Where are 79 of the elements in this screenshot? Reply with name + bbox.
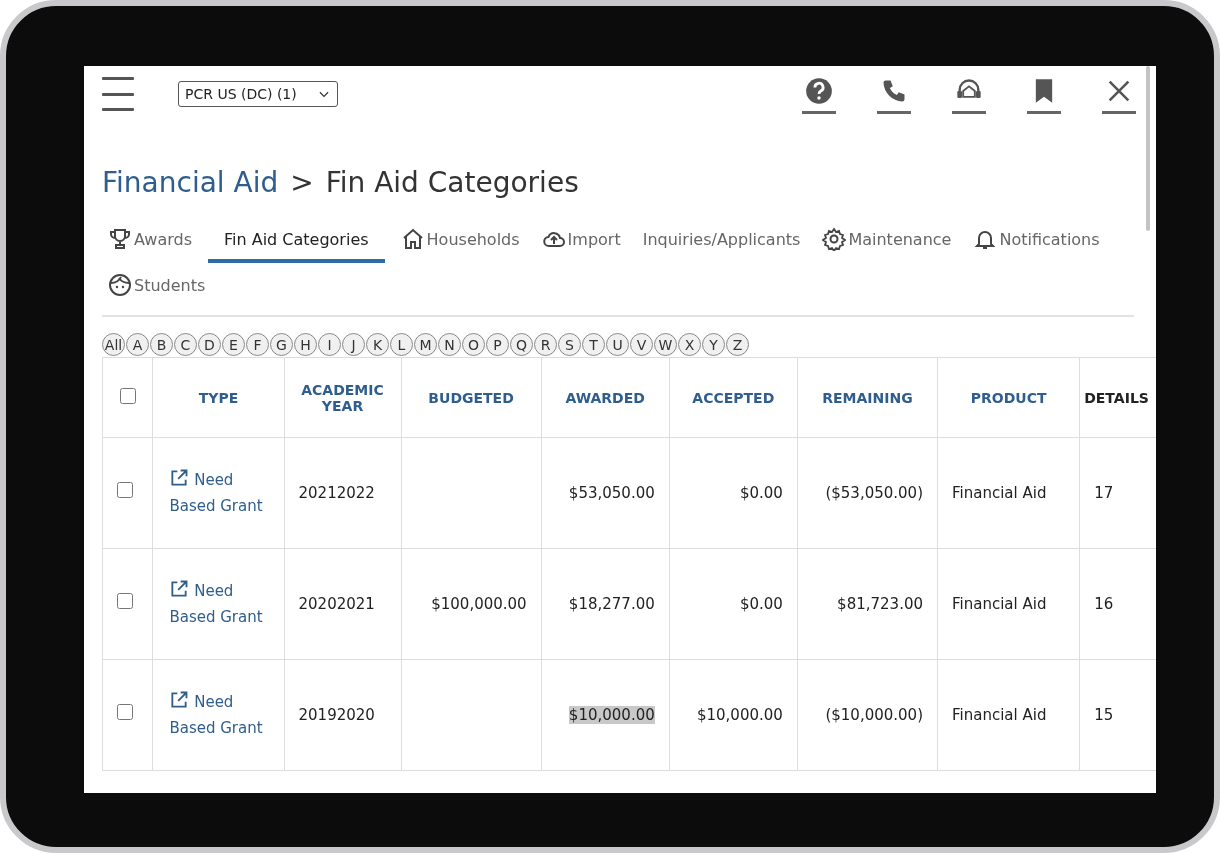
table-cell: $0.00 xyxy=(669,548,798,660)
table-cell: Financial Aid xyxy=(937,548,1080,660)
checkbox[interactable] xyxy=(117,704,133,720)
external-link-icon xyxy=(169,579,190,599)
scrollbar[interactable] xyxy=(1146,66,1150,231)
letter-filter-button[interactable]: O xyxy=(462,333,485,356)
letter-filter-button[interactable]: W xyxy=(654,333,677,356)
breadcrumb-separator: > xyxy=(290,166,314,199)
table-cell: 20192020 xyxy=(284,659,401,771)
letter-filter-button[interactable]: R xyxy=(534,333,557,356)
table-cell: $10,000.00 xyxy=(669,659,798,771)
checkbox[interactable] xyxy=(119,388,136,404)
type-link[interactable]: Need Based Grant xyxy=(152,659,284,771)
letter-filter-button[interactable]: V xyxy=(630,333,653,356)
type-link[interactable]: Need Based Grant xyxy=(152,548,284,660)
trophy-icon xyxy=(108,227,132,251)
selected-text: $10,000.00 xyxy=(568,706,655,724)
column-header: AWARDED xyxy=(541,357,670,438)
column-header: ACADEMIC YEAR xyxy=(284,357,401,438)
table-cell: ($53,050.00) xyxy=(797,437,938,549)
checkbox[interactable] xyxy=(117,593,133,609)
letter-filter-button[interactable]: Y xyxy=(702,333,725,356)
breadcrumb-link[interactable]: Financial Aid xyxy=(102,166,279,199)
selected-text: $53,050.00 xyxy=(568,484,655,502)
letter-filter-button[interactable]: B xyxy=(150,333,173,356)
letter-filter-button[interactable]: F xyxy=(246,333,269,356)
table-cell: 20212022 xyxy=(284,437,401,549)
tab[interactable]: Inquiries/Applicants xyxy=(636,221,807,263)
table-cell: $0.00 xyxy=(669,437,798,549)
gear-icon xyxy=(822,227,847,251)
letter-filter-button[interactable]: M xyxy=(414,333,437,356)
table-cell: Financial Aid xyxy=(937,437,1080,549)
tab[interactable]: Maintenance xyxy=(816,221,958,263)
column-header: BUDGETED xyxy=(401,357,542,438)
column-header: REMAINING xyxy=(797,357,938,438)
column-header: PRODUCT xyxy=(937,357,1080,438)
letter-filter-button[interactable]: P xyxy=(486,333,509,356)
menu-button[interactable] xyxy=(102,77,134,111)
letter-filter-button[interactable]: S xyxy=(558,333,581,356)
table-cell: $100,000.00 xyxy=(401,548,542,660)
tab[interactable]: Notifications xyxy=(967,221,1106,263)
letter-filter-button[interactable]: U xyxy=(606,333,629,356)
letter-filter-button[interactable]: K xyxy=(366,333,389,356)
checkbox[interactable] xyxy=(117,482,133,498)
selected-text: $18,277.00 xyxy=(568,595,655,613)
face-icon xyxy=(108,273,132,297)
column-header: DETAILS xyxy=(1079,357,1156,438)
external-link-icon xyxy=(169,468,190,488)
page-title: Fin Aid Categories xyxy=(325,166,579,199)
table-cell: 20202021 xyxy=(284,548,401,660)
tab[interactable]: Awards xyxy=(102,221,198,263)
letter-filter-button[interactable]: C xyxy=(174,333,197,356)
letter-filter-button[interactable]: J xyxy=(342,333,365,356)
letter-filter-button[interactable]: E xyxy=(222,333,245,356)
letter-filter-button[interactable]: D xyxy=(198,333,221,356)
letter-filter-button[interactable]: Z xyxy=(726,333,749,356)
help-icon xyxy=(805,77,833,105)
letter-filter-button[interactable]: X xyxy=(678,333,701,356)
table-cell: ($10,000.00) xyxy=(797,659,938,771)
table-cell: Financial Aid xyxy=(937,659,1080,771)
letter-filter-button[interactable]: G xyxy=(270,333,293,356)
tab[interactable]: Fin Aid Categories xyxy=(208,221,385,263)
table-cell: $81,723.00 xyxy=(797,548,938,660)
type-link[interactable]: Need Based Grant xyxy=(152,437,284,549)
column-header: ACCEPTED xyxy=(669,357,798,438)
letter-filter-button[interactable]: N xyxy=(438,333,461,356)
letter-filter-button[interactable]: L xyxy=(390,333,413,356)
letter-filter-button[interactable]: H xyxy=(294,333,317,356)
tab[interactable]: Students xyxy=(102,267,212,309)
letter-filter-button[interactable]: A xyxy=(126,333,149,356)
letter-filter-button[interactable]: Q xyxy=(510,333,533,356)
letter-filter-button[interactable]: I xyxy=(318,333,341,356)
column-header: TYPE xyxy=(152,357,284,438)
external-link-icon xyxy=(169,690,190,710)
tab[interactable]: Import xyxy=(535,221,627,263)
tab[interactable]: Households xyxy=(394,221,526,263)
letter-filter-button[interactable]: All xyxy=(102,333,125,356)
letter-filter-button[interactable]: T xyxy=(582,333,605,356)
location-dropdown[interactable]: PCR US (DC) (1) xyxy=(178,81,338,107)
